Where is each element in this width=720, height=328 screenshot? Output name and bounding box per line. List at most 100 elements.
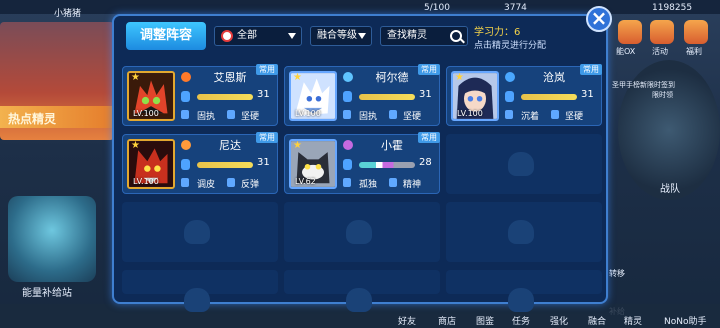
spirit-name: 柯尔德 [375, 71, 409, 84]
chevron-down-icon [288, 33, 296, 39]
learning-power-bar [197, 162, 253, 168]
search-icon[interactable] [450, 30, 462, 42]
lineup-modal: 调整阵容 全部 融合等级 查找精灵 学习力：6 点击精灵进行分配 ★ LV.10… [112, 14, 608, 312]
trait-icon [227, 110, 235, 119]
spirit-portrait: ★ LV.62 [289, 139, 337, 189]
bar-fill [521, 94, 577, 100]
nav-spirits[interactable]: 精灵 [624, 314, 642, 327]
welfare-icon[interactable] [684, 20, 708, 44]
nav-shop[interactable]: 商店 [438, 314, 456, 327]
shadow-attribute-icon [343, 140, 353, 150]
trait-icon [389, 110, 397, 119]
spirit-trait: 坚硬 [565, 112, 584, 122]
top-status-bar [0, 0, 720, 14]
spirit-card-xiaohuo[interactable]: ★ LV.62 常用 小霍 28 孤独 精神 [284, 132, 440, 194]
spirit-level: LV.100 [133, 109, 159, 118]
learning-power-value: 31 [257, 89, 270, 100]
filter-dropdown-label: 全部 [237, 30, 257, 41]
spirit-name: 沧岚 [543, 71, 565, 84]
player-name: 小猪猪 [54, 9, 82, 19]
bar-fill [197, 162, 253, 168]
hot-spirit-label: 热点精灵 [8, 112, 57, 126]
empty-slot[interactable] [122, 202, 278, 262]
sort-dropdown[interactable]: 融合等级 [310, 26, 372, 46]
water-attribute-icon [505, 72, 515, 82]
nav-friends[interactable]: 好友 [398, 314, 416, 327]
bar-fill [197, 94, 253, 100]
search-input[interactable]: 查找精灵 [380, 26, 468, 46]
learning-power-bar [359, 94, 415, 100]
supply-station-machine[interactable] [8, 196, 96, 282]
star-icon: ★ [293, 72, 302, 83]
nav-fusion[interactable]: 融合 [588, 314, 606, 327]
side-button-transfer[interactable]: 转移 [609, 268, 625, 279]
nature-icon [343, 110, 351, 119]
spirit-card-keerde[interactable]: ★ LV.100 常用 柯尔德 31 固执 坚硬 [284, 64, 440, 126]
spirit-card-canglan[interactable]: ★ LV.100 常用 沧岚 31 沉着 坚硬 [446, 64, 602, 126]
spirit-nature: 固执 [197, 112, 216, 122]
learning-power-value: 28 [419, 157, 432, 168]
star-icon: ★ [131, 72, 140, 83]
spirit-name: 尼达 [219, 139, 241, 152]
stat-icon [181, 91, 190, 102]
supply-station-label: 能量补给站 [22, 288, 72, 299]
spirit-portrait: ★ LV.100 [127, 71, 175, 121]
spirit-level: LV.100 [295, 109, 321, 118]
nature-icon [181, 110, 189, 119]
activity-icon[interactable] [650, 20, 674, 44]
trait-icon [551, 110, 559, 119]
spirit-card-ains[interactable]: ★ LV.100 常用 艾恩斯 31 固执 坚硬 [122, 64, 278, 126]
close-button[interactable]: × [586, 6, 612, 32]
spirit-portrait: ★ LV.100 [127, 139, 175, 189]
nav-enhance[interactable]: 强化 [550, 314, 568, 327]
spirit-nature: 沉着 [521, 112, 540, 122]
bar-fill [359, 162, 415, 168]
trait-icon [389, 178, 397, 187]
hot-spirit-banner[interactable]: 热点精灵 [0, 106, 114, 128]
spirit-portrait: ★ LV.100 [451, 71, 499, 121]
filter-dropdown[interactable]: 全部 [214, 26, 302, 46]
fire-attribute-icon [181, 140, 191, 150]
adjust-lineup-button[interactable]: 调整阵容 [126, 22, 206, 50]
sort-dropdown-label: 融合等级 [317, 30, 357, 41]
all-filter-icon [221, 30, 233, 42]
right-menu-activity: 活动 [652, 47, 668, 56]
empty-slot[interactable] [446, 134, 602, 194]
spirit-card-nida[interactable]: ★ LV.100 常用 尼达 31 调皮 反弹 [122, 132, 278, 194]
empty-slot[interactable] [446, 202, 602, 262]
nature-icon [181, 178, 189, 187]
nox-icon[interactable] [618, 20, 642, 44]
learning-power-value: 31 [257, 157, 270, 168]
learning-power-bar [359, 162, 415, 168]
stat-icon [181, 159, 190, 170]
empty-slot[interactable] [446, 270, 602, 312]
spirit-level: LV.100 [457, 109, 483, 118]
energy-count: 5/100 [424, 3, 450, 13]
nav-dex[interactable]: 图鉴 [476, 314, 494, 327]
empty-slot[interactable] [122, 270, 278, 312]
stat-icon [343, 91, 352, 102]
spirit-trait: 坚硬 [241, 112, 260, 122]
spirit-trait: 坚硬 [403, 112, 422, 122]
right-menu-nox: 能OX [616, 47, 636, 56]
spirit-nature: 调皮 [197, 180, 216, 190]
spirit-name: 艾恩斯 [213, 71, 247, 84]
nav-nono-helper[interactable]: NoNo助手 [664, 314, 706, 327]
trait-icon [227, 178, 235, 187]
empty-slot[interactable] [284, 270, 440, 312]
spirit-nature: 固执 [359, 112, 378, 122]
nature-icon [343, 178, 351, 187]
coin-count: 3774 [504, 3, 527, 13]
event-signin-label: 圣甲手榜新限时签到 [612, 81, 675, 89]
spirit-level: LV.62 [295, 177, 316, 186]
empty-slot[interactable] [284, 202, 440, 262]
ice-attribute-icon [343, 72, 353, 82]
spirit-trait: 反弹 [241, 180, 260, 190]
nav-tasks[interactable]: 任务 [512, 314, 530, 327]
chevron-down-icon [358, 33, 366, 39]
learning-power-bar [521, 94, 577, 100]
stat-icon [343, 159, 352, 170]
allocation-hint: 点击精灵进行分配 [474, 41, 547, 51]
learning-power-value: 31 [581, 89, 594, 100]
spirit-grid: ★ LV.100 常用 艾恩斯 31 固执 坚硬 ★ LV.100 常用 柯尔德… [122, 64, 602, 312]
